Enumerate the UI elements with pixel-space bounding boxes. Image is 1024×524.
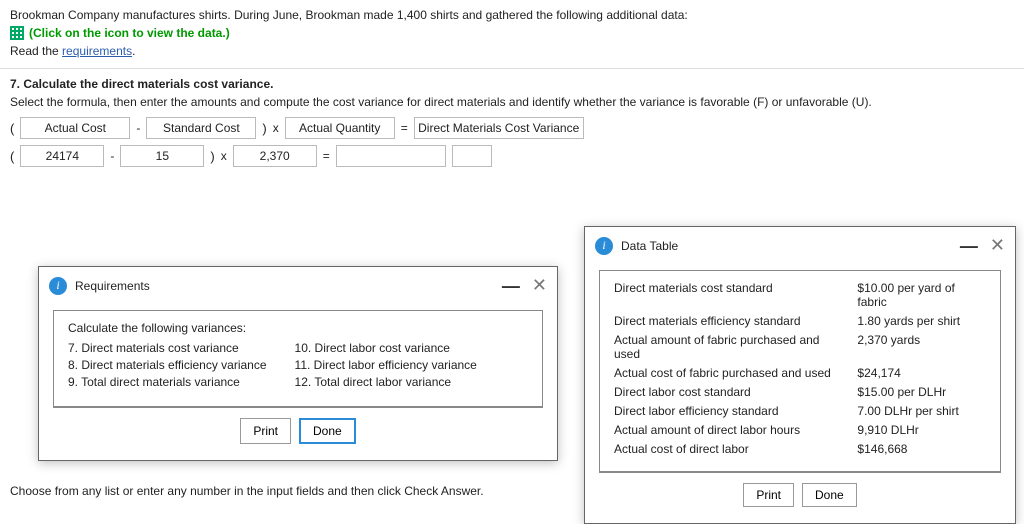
question-title: 7. Calculate the direct materials cost v… [10, 77, 1014, 91]
close-paren-2: ) [210, 149, 214, 164]
info-icon: i [595, 237, 613, 255]
formula-slot-a[interactable]: Actual Cost [20, 117, 130, 139]
input-variance-amount[interactable] [336, 145, 446, 167]
list-item: 8. Direct materials efficiency variance [68, 358, 267, 372]
op-times-2: x [221, 149, 227, 163]
requirements-lead: Calculate the following variances: [68, 321, 528, 335]
table-row: Direct labor efficiency standard7.00 DLH… [614, 404, 986, 418]
op-minus: - [136, 121, 140, 135]
op-equals: = [401, 121, 408, 135]
open-paren: ( [10, 121, 14, 136]
op-minus-2: - [110, 149, 114, 163]
divider [0, 68, 1024, 69]
data-table-body: Direct materials cost standard$10.00 per… [599, 270, 1001, 473]
requirements-modal: i Requirements — ✕ Calculate the followi… [38, 266, 558, 461]
open-paren-2: ( [10, 149, 14, 164]
table-row: Actual cost of direct labor$146,668 [614, 442, 986, 456]
read-prefix: Read the [10, 44, 62, 58]
print-button[interactable]: Print [240, 418, 291, 444]
close-icon[interactable]: ✕ [532, 275, 547, 296]
done-button[interactable]: Done [802, 483, 857, 507]
close-paren: ) [262, 121, 266, 136]
data-table-modal-title: Data Table [621, 239, 678, 253]
info-icon: i [49, 277, 67, 295]
input-actual-cost[interactable]: 24174 [20, 145, 104, 167]
data-table-icon[interactable] [10, 26, 24, 40]
requirements-link[interactable]: requirements [62, 44, 132, 58]
op-times: x [273, 121, 279, 135]
formula-values-row: ( 24174 - 15 ) x 2,370 = [10, 145, 1014, 167]
list-item: 10. Direct labor cost variance [295, 341, 477, 355]
list-item: 9. Total direct materials variance [68, 375, 267, 389]
intro-text: Brookman Company manufactures shirts. Du… [10, 8, 1014, 22]
table-row: Direct materials cost standard$10.00 per… [614, 281, 986, 309]
table-row: Actual amount of fabric purchased and us… [614, 333, 986, 361]
footer-hint: Choose from any list or enter any number… [10, 484, 484, 498]
view-data-link[interactable]: (Click on the icon to view the data.) [29, 26, 230, 40]
list-item: 12. Total direct labor variance [295, 375, 477, 389]
question-instruction: Select the formula, then enter the amoun… [10, 95, 1014, 109]
requirements-col-right: 10. Direct labor cost variance 11. Direc… [295, 341, 477, 392]
input-actual-qty[interactable]: 2,370 [233, 145, 317, 167]
table-row: Actual cost of fabric purchased and used… [614, 366, 986, 380]
formula-labels-row: ( Actual Cost - Standard Cost ) x Actual… [10, 117, 1014, 139]
formula-slot-b[interactable]: Standard Cost [146, 117, 256, 139]
print-button[interactable]: Print [743, 483, 794, 507]
list-item: 7. Direct materials cost variance [68, 341, 267, 355]
data-table-modal: i Data Table — ✕ Direct materials cost s… [584, 226, 1016, 524]
input-standard-cost[interactable]: 15 [120, 145, 204, 167]
requirements-col-left: 7. Direct materials cost variance 8. Dir… [68, 341, 267, 392]
table-row: Actual amount of direct labor hours9,910… [614, 423, 986, 437]
list-item: 11. Direct labor efficiency variance [295, 358, 477, 372]
close-icon[interactable]: ✕ [990, 235, 1005, 256]
minimize-icon[interactable]: — [502, 281, 520, 291]
table-row: Direct labor cost standard$15.00 per DLH… [614, 385, 986, 399]
formula-slot-d[interactable]: Direct Materials Cost Variance [414, 117, 584, 139]
formula-slot-c[interactable]: Actual Quantity [285, 117, 395, 139]
op-equals-2: = [323, 149, 330, 163]
read-suffix: . [132, 44, 135, 58]
minimize-icon[interactable]: — [960, 241, 978, 251]
input-variance-fu[interactable] [452, 145, 492, 167]
table-row: Direct materials efficiency standard1.80… [614, 314, 986, 328]
done-button[interactable]: Done [299, 418, 356, 444]
requirements-modal-title: Requirements [75, 279, 150, 293]
